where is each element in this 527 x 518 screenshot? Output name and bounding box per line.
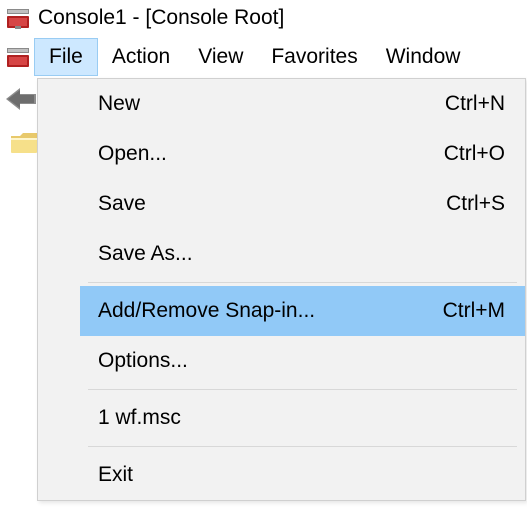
menu-open-shortcut: Ctrl+O: [444, 142, 505, 166]
menu-separator: [88, 282, 517, 283]
menu-action[interactable]: Action: [98, 39, 184, 75]
menu-file[interactable]: File: [34, 38, 98, 76]
menu-snapin-label: Add/Remove Snap-in...: [98, 299, 315, 323]
menu-view[interactable]: View: [184, 39, 257, 75]
menu-new[interactable]: New Ctrl+N: [80, 79, 525, 129]
menu-snapin-shortcut: Ctrl+M: [443, 299, 505, 323]
menu-save-label: Save: [98, 192, 146, 216]
folder-icon[interactable]: [10, 132, 38, 154]
menu-new-label: New: [98, 92, 140, 116]
menu-open-label: Open...: [98, 142, 167, 166]
menu-recent-1[interactable]: 1 wf.msc: [80, 393, 525, 443]
menu-save[interactable]: Save Ctrl+S: [80, 179, 525, 229]
menu-open[interactable]: Open... Ctrl+O: [80, 129, 525, 179]
menu-options[interactable]: Options...: [80, 336, 525, 386]
title-bar: Console1 - [Console Root]: [0, 0, 527, 36]
menu-recent-1-label: 1 wf.msc: [98, 406, 181, 430]
menu-exit-label: Exit: [98, 463, 133, 487]
window-title: Console1 - [Console Root]: [38, 6, 284, 30]
menu-separator: [88, 446, 517, 447]
back-arrow-icon[interactable]: [6, 86, 36, 112]
menu-separator: [88, 389, 517, 390]
file-menu-dropdown: New Ctrl+N Open... Ctrl+O Save Ctrl+S Sa…: [37, 78, 526, 501]
menu-saveas[interactable]: Save As...: [80, 229, 525, 279]
menu-bar: File Action View Favorites Window: [0, 36, 527, 78]
menu-snapin[interactable]: Add/Remove Snap-in... Ctrl+M: [80, 286, 525, 336]
menu-new-shortcut: Ctrl+N: [445, 92, 505, 116]
menu-saveas-label: Save As...: [98, 242, 193, 266]
menu-favorites[interactable]: Favorites: [257, 39, 371, 75]
mmc-app-icon: [6, 6, 30, 30]
menu-options-label: Options...: [98, 349, 188, 373]
menu-exit[interactable]: Exit: [80, 450, 525, 500]
menu-window[interactable]: Window: [372, 39, 475, 75]
menu-save-shortcut: Ctrl+S: [446, 192, 505, 216]
mmc-doc-icon: [6, 45, 30, 69]
